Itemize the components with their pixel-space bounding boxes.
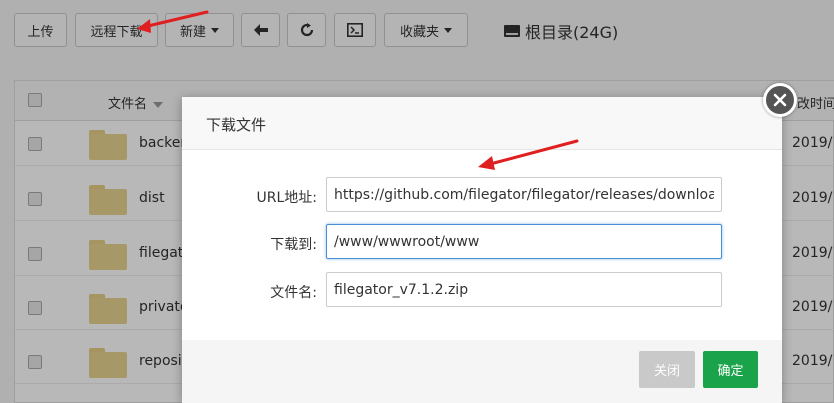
- close-icon: [773, 93, 787, 107]
- dialog-body: URL地址: 下载到: 文件名:: [182, 150, 782, 340]
- download-to-input[interactable]: [326, 224, 722, 259]
- download-file-dialog: 下载文件 URL地址: 下载到: 文件名: 关闭 确定: [182, 97, 782, 403]
- url-input[interactable]: [326, 177, 722, 212]
- download-to-label: 下载到:: [270, 237, 317, 253]
- confirm-button[interactable]: 确定: [703, 351, 758, 388]
- file-manager-page: 上传 远程下载 新建 收藏夹 根目录(24G) 文件名 改时间 backer 2…: [0, 0, 834, 403]
- dialog-footer: 关闭 确定: [182, 340, 782, 403]
- filename-label: 文件名:: [270, 285, 317, 301]
- dialog-header: 下载文件: [182, 97, 782, 150]
- url-label: URL地址:: [256, 190, 318, 206]
- dialog-close-icon-button[interactable]: [763, 83, 797, 117]
- confirm-button-label: 确定: [717, 364, 744, 379]
- filename-input[interactable]: [326, 272, 722, 307]
- close-button[interactable]: 关闭: [639, 351, 695, 388]
- dialog-title: 下载文件: [206, 116, 267, 134]
- close-button-label: 关闭: [653, 364, 680, 379]
